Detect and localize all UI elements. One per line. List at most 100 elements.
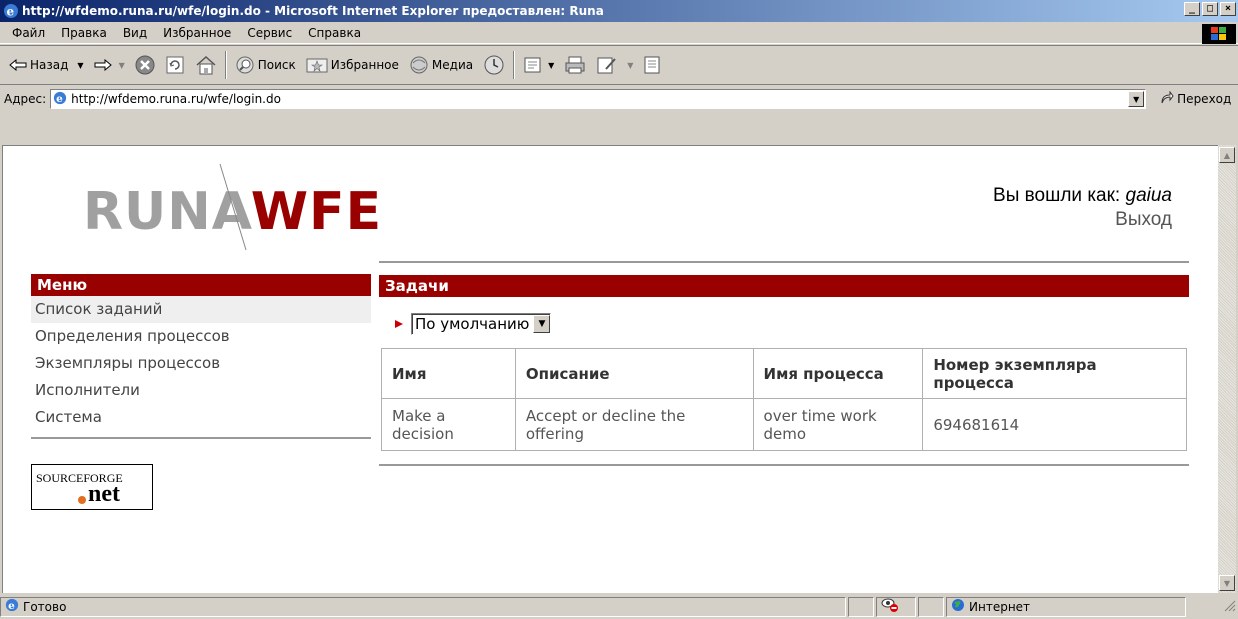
forward-arrow-icon bbox=[94, 59, 112, 71]
privacy-blocked-icon bbox=[881, 597, 899, 616]
table-cell[interactable]: Accept or decline the offering bbox=[514, 398, 754, 451]
toolbar: Назад ▼ ▼ Поиск Избранное Медиа ▼ ▼ bbox=[0, 45, 1238, 85]
menu-file[interactable]: Файл bbox=[4, 26, 53, 40]
close-button[interactable]: × bbox=[1220, 2, 1236, 16]
go-label: Переход bbox=[1177, 92, 1232, 106]
history-icon bbox=[483, 54, 505, 76]
column-header-process-name[interactable]: Имя процесса bbox=[752, 348, 924, 399]
table-cell[interactable]: 694681614 bbox=[922, 398, 1187, 451]
go-arrow-icon bbox=[1160, 90, 1174, 108]
edit-icon bbox=[596, 55, 618, 75]
menu-edit[interactable]: Правка bbox=[53, 26, 115, 40]
window-title: http://wfdemo.runa.ru/wfe/login.do - Mic… bbox=[22, 4, 604, 18]
triangle-bullet-icon bbox=[395, 320, 403, 328]
print-icon bbox=[564, 55, 586, 75]
favorites-button[interactable]: Избранное bbox=[301, 50, 404, 80]
menu-view[interactable]: Вид bbox=[115, 26, 155, 40]
tasks-table: Имя Описание Имя процесса Номер экземпля… bbox=[381, 348, 1187, 451]
menu-item-process-instances[interactable]: Экземпляры процессов bbox=[31, 350, 371, 377]
document-icon bbox=[643, 55, 661, 75]
media-label: Медиа bbox=[431, 58, 474, 72]
menu-tools[interactable]: Сервис bbox=[239, 26, 300, 40]
menu-help[interactable]: Справка bbox=[300, 26, 369, 40]
address-label: Адрес: bbox=[4, 92, 47, 106]
logo-slash-decoration bbox=[219, 163, 247, 251]
logo-wfe-text: WFE bbox=[250, 182, 383, 242]
address-dropdown-button[interactable]: ▼ bbox=[1128, 91, 1145, 107]
filter-row: По умолчанию ▼ bbox=[379, 313, 552, 335]
filter-select[interactable]: По умолчанию ▼ bbox=[411, 313, 552, 335]
table-cell[interactable]: over time work demo bbox=[752, 398, 924, 451]
favorites-label: Избранное bbox=[330, 58, 399, 72]
status-bar: e Готово Интернет bbox=[0, 594, 1238, 619]
table-row[interactable]: Make a decision Accept or decline the of… bbox=[381, 398, 1187, 451]
status-empty-panel bbox=[918, 596, 944, 617]
resize-grip-icon[interactable] bbox=[1222, 598, 1236, 615]
print-button[interactable] bbox=[559, 50, 591, 80]
menu-favorites[interactable]: Избранное bbox=[155, 26, 239, 40]
status-zone-panel[interactable]: Интернет bbox=[946, 596, 1186, 617]
title-bar: e http://wfdemo.runa.ru/wfe/login.do - M… bbox=[0, 0, 1238, 22]
menu-item-task-list[interactable]: Список заданий bbox=[31, 296, 371, 323]
sourceforge-net-text: net bbox=[88, 481, 120, 507]
vertical-scrollbar[interactable]: ▲ ▼ bbox=[1218, 145, 1236, 593]
home-icon bbox=[195, 55, 217, 75]
forward-button[interactable]: ▼ bbox=[89, 50, 130, 80]
zone-text: Интернет bbox=[969, 599, 1031, 614]
edit-button[interactable]: ▼ bbox=[591, 50, 638, 80]
toolbar-separator bbox=[224, 51, 227, 79]
chevron-down-icon: ▼ bbox=[118, 60, 125, 70]
scroll-up-button[interactable]: ▲ bbox=[1219, 147, 1235, 163]
refresh-icon bbox=[165, 55, 185, 75]
scroll-down-button[interactable]: ▼ bbox=[1219, 575, 1235, 591]
stop-icon bbox=[135, 55, 155, 75]
discuss-button[interactable] bbox=[638, 50, 666, 80]
svg-text:e: e bbox=[8, 600, 15, 612]
column-header-name[interactable]: Имя bbox=[381, 348, 516, 399]
side-menu: Меню Список заданий Определения процессо… bbox=[31, 274, 371, 439]
status-privacy-panel[interactable] bbox=[876, 596, 916, 617]
address-input[interactable]: e http://wfdemo.runa.ru/wfe/login.do ▼ bbox=[50, 89, 1147, 109]
media-button[interactable]: Медиа bbox=[404, 50, 478, 80]
user-info: Вы вошли как: gaiua Выход bbox=[993, 184, 1172, 232]
divider bbox=[379, 261, 1189, 263]
username: gaiua bbox=[1125, 185, 1173, 206]
table-cell[interactable]: Make a decision bbox=[381, 398, 516, 451]
media-icon bbox=[409, 55, 429, 75]
column-header-instance-number[interactable]: Номер экземпляра процесса bbox=[922, 348, 1187, 399]
home-button[interactable] bbox=[190, 50, 222, 80]
internet-explorer-icon: e bbox=[3, 3, 19, 19]
logout-link[interactable]: Выход bbox=[993, 208, 1172, 232]
chevron-down-icon[interactable]: ▼ bbox=[533, 315, 551, 333]
column-header-description[interactable]: Описание bbox=[514, 348, 754, 399]
menu-item-process-definitions[interactable]: Определения процессов bbox=[31, 323, 371, 350]
search-button[interactable]: Поиск bbox=[230, 50, 301, 80]
mail-button[interactable]: ▼ bbox=[518, 50, 559, 80]
history-button[interactable] bbox=[478, 50, 510, 80]
refresh-button[interactable] bbox=[160, 50, 190, 80]
table-header-row: Имя Описание Имя процесса Номер экземпля… bbox=[381, 348, 1187, 399]
maximize-button[interactable]: □ bbox=[1202, 2, 1218, 16]
address-url: http://wfdemo.runa.ru/wfe/login.do bbox=[71, 92, 281, 106]
chevron-down-icon: ▼ bbox=[77, 60, 84, 70]
search-label: Поиск bbox=[257, 58, 296, 72]
menu-item-system[interactable]: Система bbox=[31, 404, 371, 431]
back-arrow-icon bbox=[9, 59, 27, 71]
menu-item-executors[interactable]: Исполнители bbox=[31, 377, 371, 404]
windows-logo-icon bbox=[1202, 24, 1236, 44]
page-viewport: RUNAWFE Вы вошли как: gaiua Выход Меню С… bbox=[2, 145, 1218, 593]
menu-header: Меню bbox=[31, 274, 371, 296]
divider bbox=[379, 464, 1189, 466]
chevron-down-icon: ▼ bbox=[548, 60, 555, 70]
sourceforge-logo[interactable]: SOURCEFORGE net bbox=[31, 464, 153, 510]
menu-bar: Файл Правка Вид Избранное Сервис Справка bbox=[0, 22, 1238, 44]
page-done-icon: e bbox=[5, 598, 19, 615]
tasks-header: Задачи bbox=[379, 275, 1189, 297]
stop-button[interactable] bbox=[130, 50, 160, 80]
minimize-button[interactable]: _ bbox=[1184, 2, 1200, 16]
chevron-down-icon: ▼ bbox=[627, 60, 634, 70]
back-button[interactable]: Назад ▼ bbox=[4, 50, 89, 80]
go-button[interactable]: Переход bbox=[1160, 90, 1232, 108]
favorites-star-icon bbox=[306, 56, 328, 74]
filter-value: По умолчанию bbox=[415, 315, 530, 333]
